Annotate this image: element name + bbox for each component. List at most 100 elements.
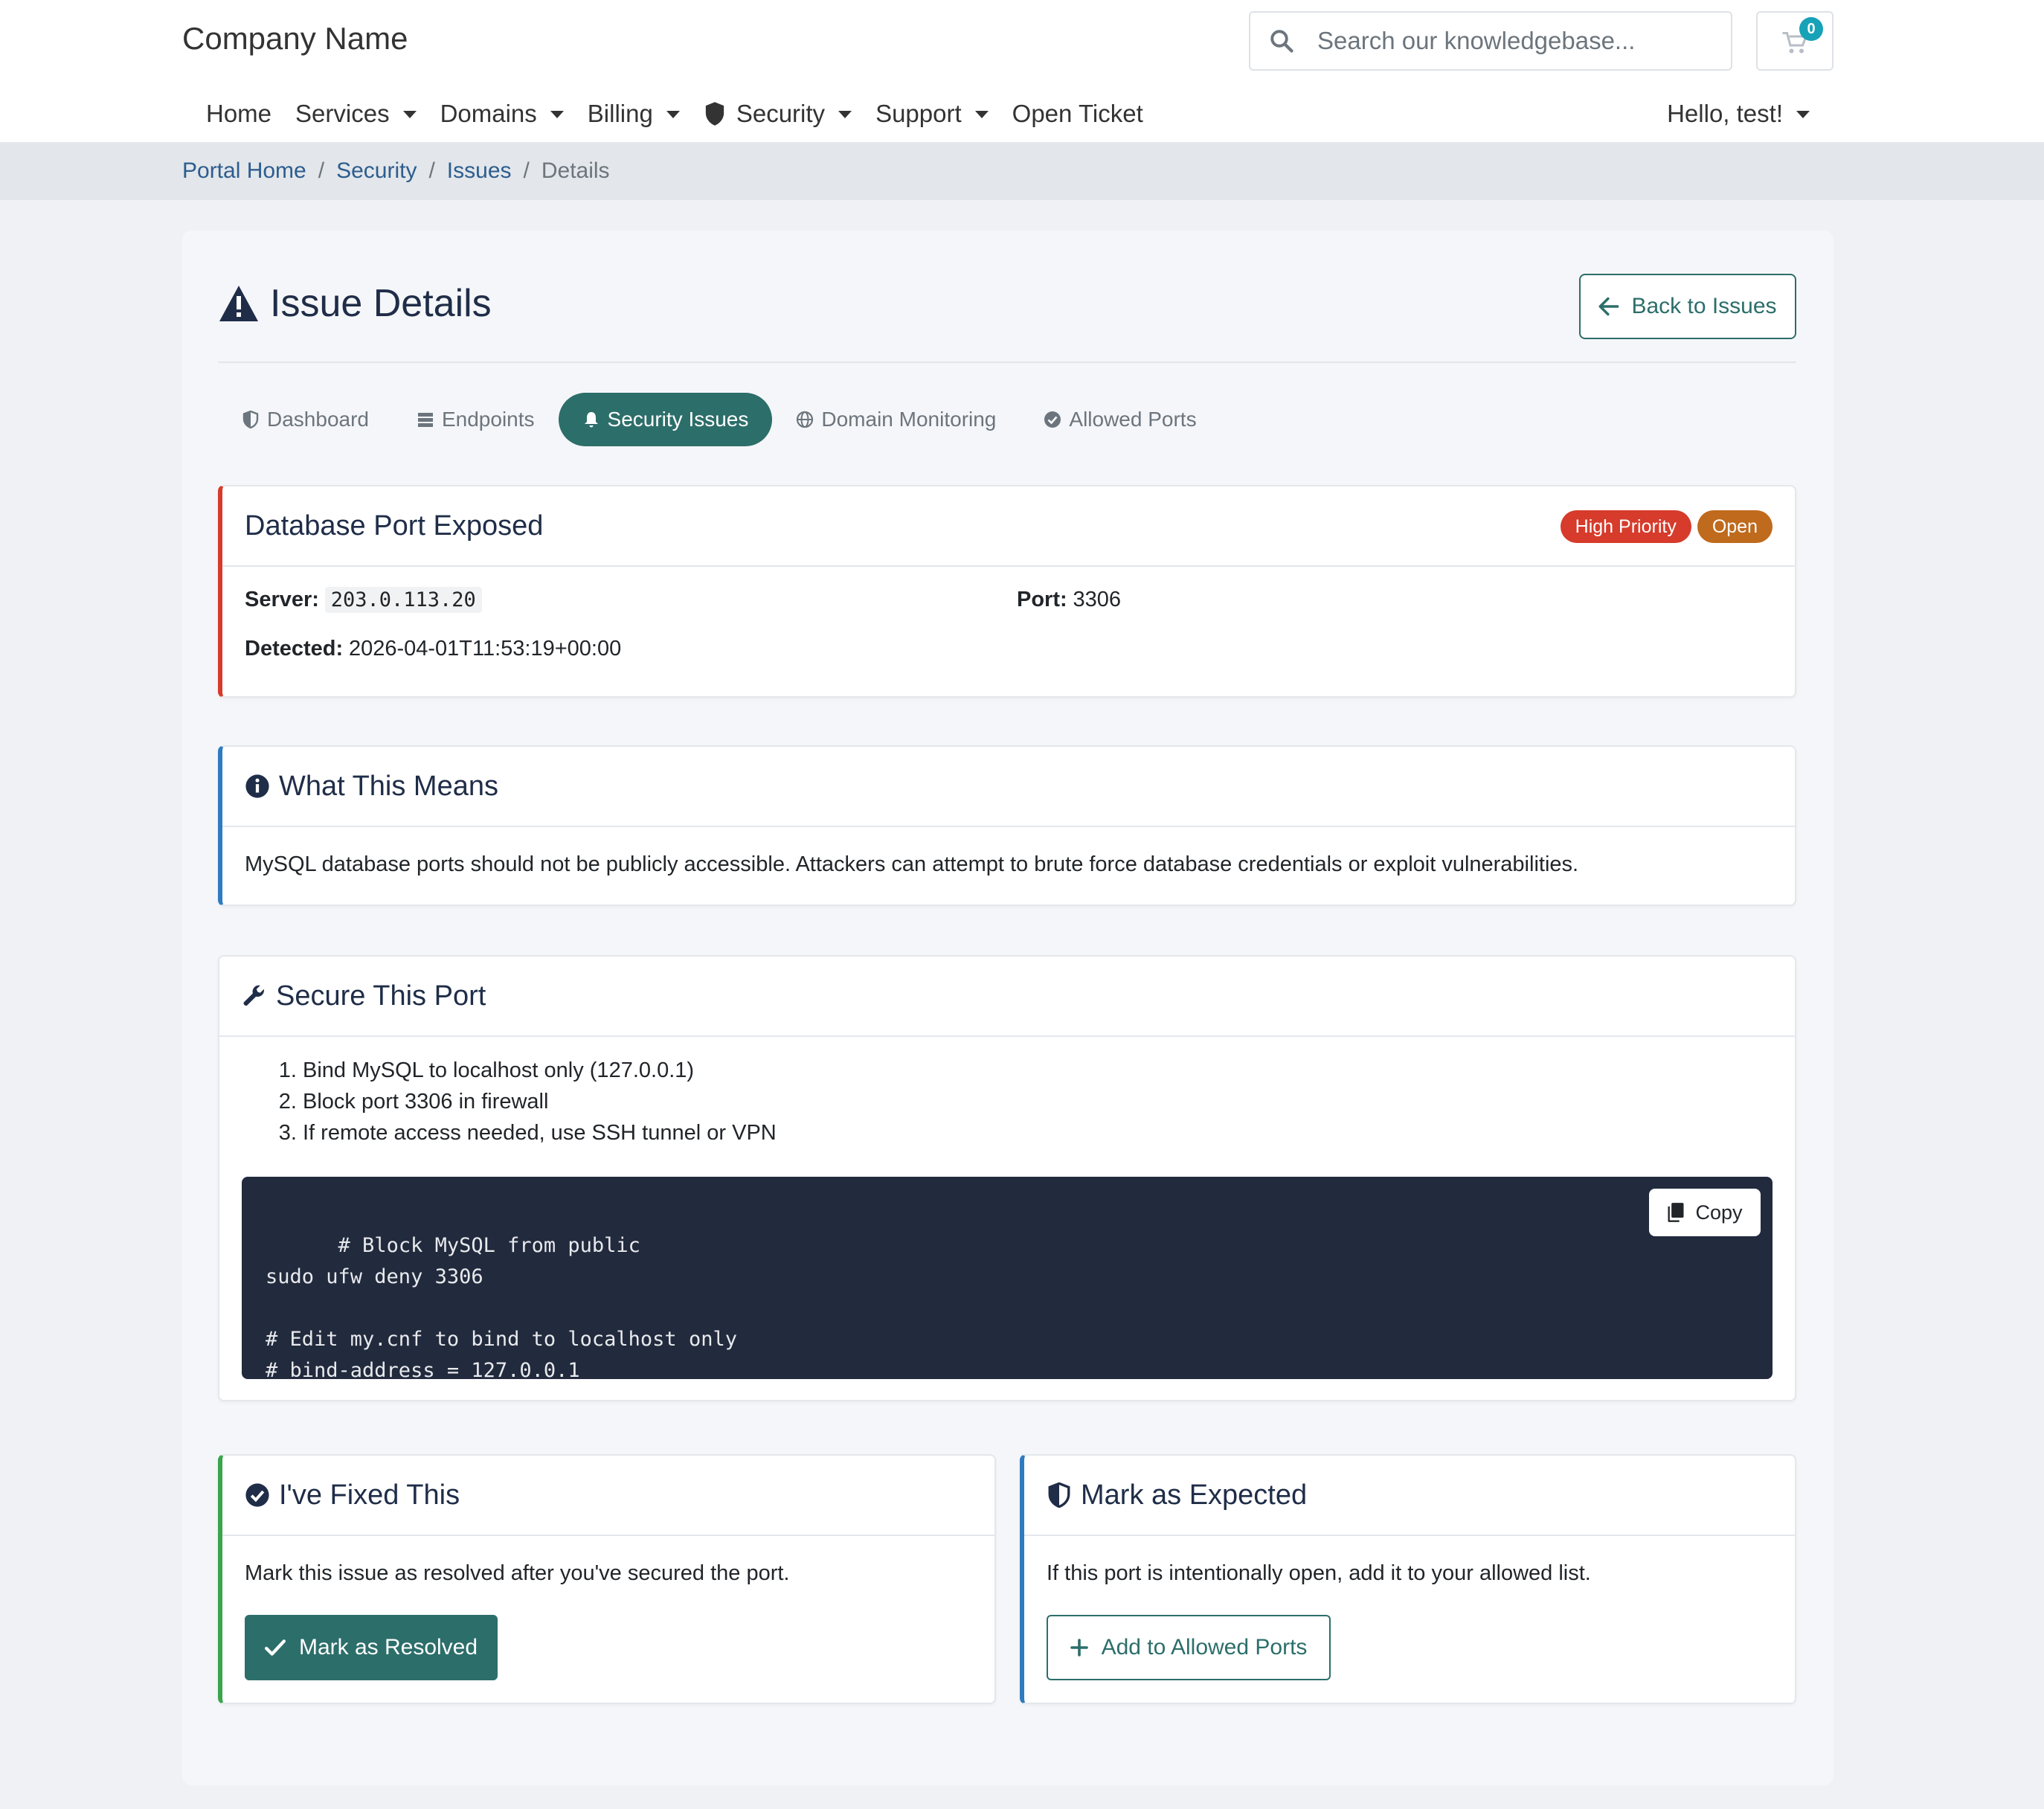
caret-down-icon [402,111,417,118]
top-header: Company Name 0 Home Services Domains Bil… [0,0,2044,142]
globe-icon [797,411,814,428]
main-panel: Issue Details Back to Issues Dashboard E… [182,231,1834,1785]
server-label: Server: [245,588,319,611]
add-to-allowed-ports-label: Add to Allowed Ports [1101,1635,1308,1659]
detected-label: Detected: [245,637,344,661]
what-this-means-title: What This Means [279,770,498,802]
breadcrumb-separator: / [428,158,435,183]
code-content: # Block MySQL from public sudo ufw deny … [266,1234,737,1382]
server-icon [417,413,433,427]
what-this-means-header: What This Means [222,747,1795,827]
expected-card-header: Mark as Expected [1024,1456,1795,1536]
copy-button[interactable]: Copy [1649,1189,1761,1236]
nav-billing[interactable]: Billing [588,100,680,128]
server-detail: Server: 203.0.113.20 [245,587,482,613]
caret-down-icon [550,111,564,118]
breadcrumb: Portal Home / Security / Issues / Detail… [0,142,2044,200]
server-value: 203.0.113.20 [324,587,482,613]
mark-as-resolved-button[interactable]: Mark as Resolved [245,1615,498,1680]
what-this-means-card: What This Means MySQL database ports sho… [218,745,1796,906]
breadcrumb-current: Details [541,158,610,183]
add-to-allowed-ports-button[interactable]: Add to Allowed Ports [1047,1615,1331,1680]
breadcrumb-separator: / [318,158,325,183]
check-icon [264,1639,286,1656]
issue-badges: High Priority Open [1555,510,1773,543]
priority-badge: High Priority [1560,510,1691,543]
mark-as-resolved-label: Mark as Resolved [298,1635,478,1659]
check-circle-icon [245,1483,269,1507]
caret-down-icon [974,111,989,118]
nav-billing-label: Billing [587,100,653,127]
caret-down-icon [666,111,680,118]
detected-detail: Detected: 2026-04-01T11:53:19+00:00 [245,637,621,661]
issue-summary-card: Database Port Exposed High Priority Open… [218,485,1796,698]
tab-dashboard[interactable]: Dashboard [218,393,393,446]
secure-this-port-title: Secure This Port [276,980,486,1012]
warning-triangle-icon [219,286,258,321]
expected-card-body: If this port is intentionally open, add … [1047,1561,1591,1585]
fixed-card-header: I've Fixed This [222,1456,994,1536]
nav-open-ticket[interactable]: Open Ticket [1012,100,1143,128]
tab-security-issues-label: Security Issues [607,408,749,431]
tab-allowed-ports[interactable]: Allowed Ports [1020,393,1220,446]
secure-this-port-card: Secure This Port Bind MySQL to localhost… [218,955,1796,1401]
shield-icon [705,102,724,126]
fixed-card-title: I've Fixed This [279,1479,460,1511]
shield-half-icon [242,411,259,428]
nav-home[interactable]: Home [206,100,271,128]
nav-security[interactable]: Security [704,100,852,128]
issue-summary-header: Database Port Exposed High Priority Open [222,486,1795,567]
status-badge: Open [1697,510,1773,543]
secure-this-port-header: Secure This Port [219,957,1795,1037]
wrench-icon [243,985,264,1006]
search-input[interactable] [1317,27,1689,55]
nav-domains[interactable]: Domains [440,100,564,128]
nav-home-label: Home [206,100,272,127]
nav-open-ticket-label: Open Ticket [1012,100,1143,127]
remediation-steps: Bind MySQL to localhost only (127.0.0.1)… [243,1055,777,1148]
tab-allowed-ports-label: Allowed Ports [1069,408,1197,431]
breadcrumb-portal-home[interactable]: Portal Home [182,158,306,184]
page-title-text: Issue Details [270,282,492,325]
list-item: Block port 3306 in firewall [303,1086,777,1117]
brand-logo[interactable]: Company Name [182,21,408,57]
main-nav: Home Services Domains Billing Security S… [182,88,2044,140]
cart-button[interactable]: 0 [1756,11,1834,71]
tab-security-issues[interactable]: Security Issues [558,393,773,446]
nav-services[interactable]: Services [295,100,417,128]
nav-services-label: Services [295,100,390,127]
back-to-issues-label: Back to Issues [1631,294,1777,318]
list-item: Bind MySQL to localhost only (127.0.0.1) [303,1055,777,1086]
plus-icon [1070,1639,1088,1657]
port-label: Port: [1017,588,1067,611]
page-title: Issue Details [218,281,492,326]
user-menu[interactable]: Hello, test! [1667,88,1810,140]
fixed-card: I've Fixed This Mark this issue as resol… [218,1454,996,1704]
what-this-means-body: MySQL database ports should not be publi… [245,852,1579,876]
caret-down-icon [1796,111,1810,118]
port-detail: Port: 3306 [1017,588,1121,612]
breadcrumb-issues[interactable]: Issues [447,158,512,184]
back-to-issues-button[interactable]: Back to Issues [1579,274,1796,339]
nav-support[interactable]: Support [875,100,989,128]
breadcrumb-separator: / [523,158,530,183]
info-circle-icon [245,774,269,798]
caret-down-icon [838,111,852,118]
nav-security-label: Security [736,100,826,127]
tab-endpoints[interactable]: Endpoints [393,393,559,446]
copy-icon [1668,1203,1684,1222]
tab-domain-monitoring[interactable]: Domain Monitoring [772,393,1020,446]
bell-icon [584,412,598,428]
list-item: If remote access needed, use SSH tunnel … [303,1117,777,1148]
code-block[interactable]: # Block MySQL from public sudo ufw deny … [242,1177,1773,1382]
nav-support-label: Support [875,100,962,127]
breadcrumb-security[interactable]: Security [336,158,417,184]
page-header: Issue Details Back to Issues [218,266,1796,363]
nav-domains-label: Domains [440,100,537,127]
tab-dashboard-label: Dashboard [267,408,369,431]
expected-card: Mark as Expected If this port is intenti… [1020,1454,1796,1704]
fixed-card-body: Mark this issue as resolved after you've… [245,1561,790,1585]
search-box[interactable] [1249,11,1732,71]
check-circle-icon [1044,411,1061,428]
expected-card-title: Mark as Expected [1081,1479,1308,1511]
